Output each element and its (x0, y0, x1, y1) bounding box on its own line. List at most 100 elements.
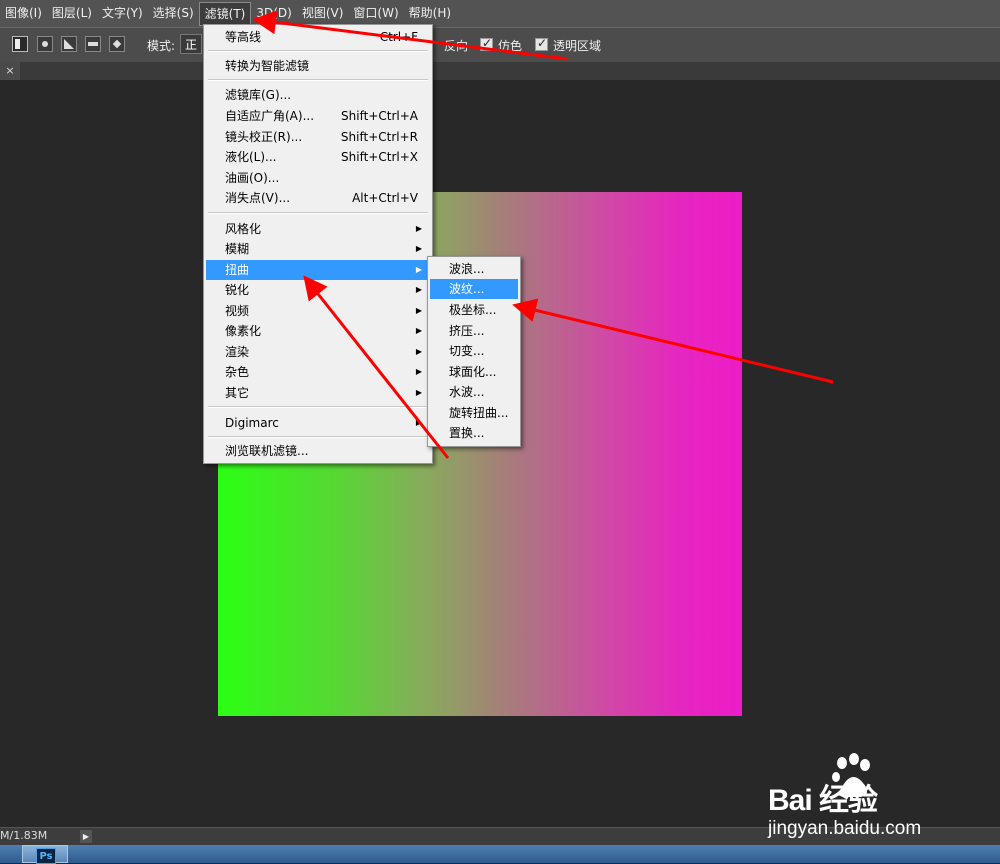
mode-select[interactable]: 正 (180, 34, 202, 54)
photoshop-icon: Ps (36, 848, 56, 864)
menu-separator (208, 50, 428, 52)
menu-item-video[interactable]: 视频 ▶ (206, 301, 430, 321)
watermark-url: jingyan.baidu.com (768, 818, 922, 839)
menu-item-shortcut: Shift+Ctrl+X (341, 150, 418, 164)
radial-gradient-icon[interactable] (37, 36, 53, 52)
submenu-arrow-icon: ▶ (415, 367, 422, 376)
menu-item-label: Digimarc (225, 416, 279, 430)
reflected-gradient-icon[interactable] (85, 36, 101, 52)
submenu-arrow-icon: ▶ (415, 347, 422, 356)
menu-item-label: 镜头校正(R)... (225, 130, 303, 144)
menu-view[interactable]: 视图(V) (297, 0, 349, 27)
menu-item-adaptive-wide-angle[interactable]: 自适应广角(A)... Shift+Ctrl+A (206, 106, 430, 126)
menu-item-sharpen[interactable]: 锐化 ▶ (206, 280, 430, 300)
menu-item-label: 模糊 (225, 242, 250, 256)
menu-help[interactable]: 帮助(H) (404, 0, 456, 27)
submenu-arrow-icon: ▶ (415, 285, 422, 294)
submenu-item-ripple[interactable]: 波纹... (430, 279, 518, 299)
menu-item-label: 扭曲 (225, 263, 250, 277)
mode-label: 模式: (147, 39, 176, 53)
menu-item-label: 其它 (225, 386, 250, 400)
menu-separator (208, 212, 428, 214)
submenu-arrow-icon: ▶ (415, 388, 422, 397)
menu-item-label: 自适应广角(A)... (225, 109, 315, 123)
menu-item-label: 油画(O)... (225, 171, 280, 185)
menu-item-label: 转换为智能滤镜 (225, 59, 310, 73)
menu-item-render[interactable]: 渲染 ▶ (206, 342, 430, 362)
submenu-arrow-icon: ▶ (415, 326, 422, 335)
menu-item-label: 风格化 (225, 222, 262, 236)
menu-separator (208, 436, 428, 438)
menu-item-lens-correction[interactable]: 镜头校正(R)... Shift+Ctrl+R (206, 127, 430, 147)
menu-item-shortcut: Shift+Ctrl+R (340, 130, 418, 144)
close-tab-icon[interactable]: × (0, 62, 20, 80)
windows-taskbar: Ps (0, 845, 1000, 864)
submenu-item-spherize[interactable]: 球面化... (430, 362, 518, 382)
submenu-arrow-icon: ▶ (415, 306, 422, 315)
document-tab-strip: × (0, 62, 1000, 80)
menu-item-contour[interactable]: 等高线 Ctrl+F (206, 27, 430, 47)
options-bar: 模式: 正 反向 仿色 透明区域 (0, 27, 1000, 63)
submenu-item-twirl[interactable]: 旋转扭曲... (430, 403, 518, 423)
submenu-item-shear[interactable]: 切变... (430, 341, 518, 361)
menu-item-label: 消失点(V)... (225, 191, 291, 205)
menu-item-noise[interactable]: 杂色 ▶ (206, 362, 430, 382)
menu-item-other[interactable]: 其它 ▶ (206, 383, 430, 403)
menu-item-filter-gallery[interactable]: 滤镜库(G)... (206, 85, 430, 105)
menu-item-shortcut: Ctrl+F (379, 30, 418, 44)
menu-select[interactable]: 选择(S) (148, 0, 199, 27)
menu-item-vanishing-point[interactable]: 消失点(V)... Alt+Ctrl+V (206, 188, 430, 208)
submenu-arrow-icon: ▶ (415, 224, 422, 233)
menu-item-label: 液化(L)... (225, 150, 277, 164)
baidu-jingyan-watermark: Bai 经验 jingyan.baidu.com (768, 753, 988, 843)
menu-item-convert-smart-filter[interactable]: 转换为智能滤镜 (206, 56, 430, 76)
linear-gradient-icon[interactable] (12, 36, 28, 52)
menu-bar: 图像(I) 图层(L) 文字(Y) 选择(S) 滤镜(T) 3D(D) 视图(V… (0, 0, 1000, 27)
menu-separator (208, 79, 428, 81)
distort-submenu: 波浪... 波纹... 极坐标... 挤压... 切变... 球面化... 水波… (427, 256, 521, 447)
menu-item-label: 等高线 (225, 30, 262, 44)
document-size: M/1.83M (0, 829, 48, 842)
menu-item-label: 浏览联机滤镜... (225, 444, 309, 458)
menu-item-liquify[interactable]: 液化(L)... Shift+Ctrl+X (206, 147, 430, 167)
submenu-item-zigzag[interactable]: 水波... (430, 382, 518, 402)
submenu-arrow-icon: ▶ (415, 418, 422, 427)
menu-type[interactable]: 文字(Y) (97, 0, 148, 27)
menu-3d[interactable]: 3D(D) (251, 0, 296, 27)
status-menu-arrow-icon[interactable]: ▶ (80, 830, 92, 843)
menu-item-shortcut: Shift+Ctrl+A (341, 109, 418, 123)
menu-item-label: 锐化 (225, 283, 250, 297)
menu-item-oil-paint[interactable]: 油画(O)... (206, 168, 430, 188)
menu-separator (208, 406, 428, 408)
menu-item-browse-online-filters[interactable]: 浏览联机滤镜... (206, 441, 430, 461)
angle-gradient-icon[interactable] (61, 36, 77, 52)
menu-item-stylize[interactable]: 风格化 ▶ (206, 219, 430, 239)
submenu-item-pinch[interactable]: 挤压... (430, 321, 518, 341)
menu-image[interactable]: 图像(I) (0, 0, 47, 27)
menu-item-digimarc[interactable]: Digimarc ▶ (206, 413, 430, 433)
menu-item-label: 杂色 (225, 365, 250, 379)
submenu-item-displace[interactable]: 置换... (430, 423, 518, 443)
diamond-gradient-icon[interactable] (109, 36, 125, 52)
menu-item-distort[interactable]: 扭曲 ▶ (206, 260, 430, 280)
watermark-brand: Bai 经验 (768, 784, 878, 817)
photoshop-taskbar-button[interactable]: Ps (22, 845, 68, 864)
menu-item-label: 渲染 (225, 345, 250, 359)
menu-window[interactable]: 窗口(W) (348, 0, 403, 27)
menu-item-label: 像素化 (225, 324, 262, 338)
reverse-label: 反向 (444, 39, 469, 53)
menu-item-label: 滤镜库(G)... (225, 88, 292, 102)
menu-item-label: 视频 (225, 304, 250, 318)
filter-menu: 等高线 Ctrl+F 转换为智能滤镜 滤镜库(G)... 自适应广角(A)...… (203, 24, 433, 464)
submenu-item-polar-coordinates[interactable]: 极坐标... (430, 300, 518, 320)
submenu-item-wave[interactable]: 波浪... (430, 259, 518, 279)
dither-checkbox[interactable] (480, 36, 493, 51)
submenu-arrow-icon: ▶ (415, 244, 422, 253)
dither-label: 仿色 (498, 39, 523, 53)
menu-item-blur[interactable]: 模糊 ▶ (206, 239, 430, 259)
transparency-checkbox[interactable] (535, 36, 548, 51)
menu-item-pixelate[interactable]: 像素化 ▶ (206, 321, 430, 341)
menu-layer[interactable]: 图层(L) (47, 0, 97, 27)
menu-filter[interactable]: 滤镜(T) (198, 1, 252, 26)
menu-item-shortcut: Alt+Ctrl+V (352, 191, 418, 205)
